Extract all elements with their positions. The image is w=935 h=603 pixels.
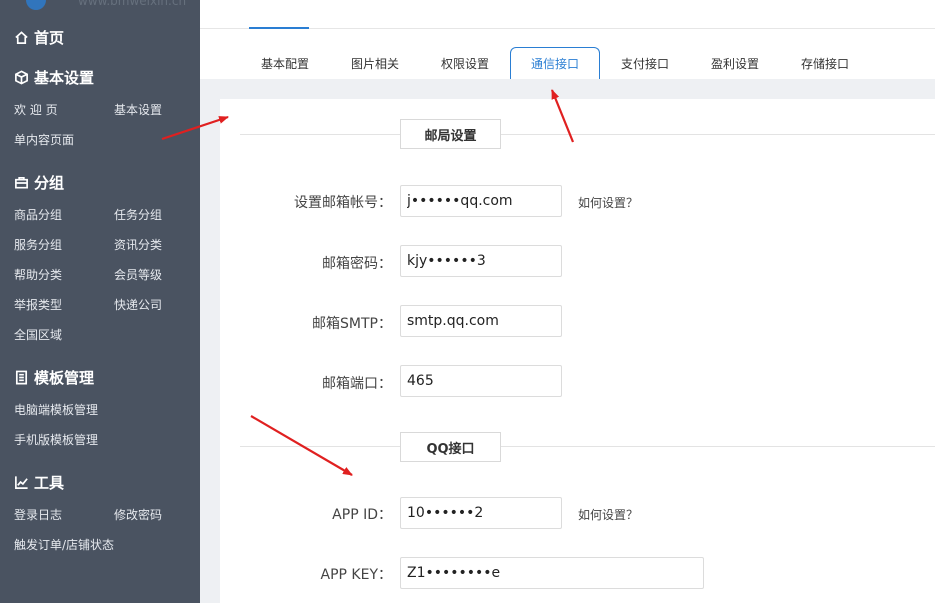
tab-payment[interactable]: 支付接口 [600,47,690,79]
qq-appkey-input[interactable] [400,557,704,589]
nav-member-level[interactable]: 会员等级 [114,266,162,283]
nav-news-category[interactable]: 资讯分类 [114,236,162,253]
qq-appid-input[interactable] [400,497,562,529]
nav-service-group[interactable]: 服务分组 [14,236,62,253]
section-group: 分组 [14,172,64,193]
section-template: 模板管理 [14,367,94,388]
tab-profit[interactable]: 盈利设置 [690,47,780,79]
brand-url: www.bmweixin.cn [78,0,187,8]
mail-help-link[interactable]: 如何设置？ [578,194,638,211]
content-left-band [200,99,220,603]
nav-mobile-template[interactable]: 手机版模板管理 [14,431,98,448]
section-basic-title: 基本设置 [34,69,95,87]
cube-icon [15,70,28,85]
mail-port-label: 邮箱端口： [322,376,392,392]
nav-task-group[interactable]: 任务分组 [114,206,162,223]
nav-home[interactable]: 首页 [14,27,64,48]
mail-smtp-label: 邮箱SMTP： [312,316,392,332]
section-basic-settings: 基本设置 [14,67,94,88]
top-accent-bar [249,27,309,29]
home-icon [15,31,28,44]
qq-section-divider [240,446,935,447]
chart-icon [15,476,28,489]
nav-courier[interactable]: 快递公司 [114,296,162,313]
mail-account-label: 设置邮箱帐号： [294,195,392,211]
sidebar: www.bmweixin.cn 首页 基本设置 欢 迎 页 基本设置 单内容页面… [0,0,200,603]
qq-appkey-label: APP KEY： [320,567,393,583]
mail-port-input[interactable] [400,365,562,397]
mail-account-input[interactable] [400,185,562,217]
settings-tabs: 基本配置 图片相关 权限设置 通信接口 支付接口 盈利设置 存储接口 [200,45,935,79]
tab-permissions[interactable]: 权限设置 [420,47,510,79]
briefcase-icon [15,176,28,189]
section-tools: 工具 [14,472,64,493]
mail-section-divider [240,134,935,135]
nav-login-log[interactable]: 登录日志 [14,506,62,523]
logo-icon [26,0,46,10]
tab-storage[interactable]: 存储接口 [780,47,870,79]
mail-section-title: 邮局设置 [400,119,501,149]
nav-report-type[interactable]: 举报类型 [14,296,62,313]
section-group-title: 分组 [34,174,65,192]
nav-product-group[interactable]: 商品分组 [14,206,62,223]
qq-help-link[interactable]: 如何设置？ [578,506,638,523]
section-tools-title: 工具 [34,474,65,492]
nav-welcome[interactable]: 欢 迎 页 [14,101,58,118]
nav-single-page[interactable]: 单内容页面 [14,131,74,148]
section-template-title: 模板管理 [34,369,95,387]
document-icon [15,370,28,385]
qq-section-title: QQ接口 [400,432,501,462]
nav-trigger-status[interactable]: 触发订单/店铺状态 [14,536,114,553]
qq-appid-label: APP ID： [332,507,392,523]
top-divider [200,28,935,29]
mail-smtp-input[interactable] [400,305,562,337]
nav-help-category[interactable]: 帮助分类 [14,266,62,283]
tab-communication[interactable]: 通信接口 [510,47,600,79]
nav-pc-template[interactable]: 电脑端模板管理 [14,401,98,418]
mail-password-label: 邮箱密码： [322,256,392,272]
nav-home-label: 首页 [34,29,65,47]
nav-change-password[interactable]: 修改密码 [114,506,162,523]
tab-image[interactable]: 图片相关 [330,47,420,79]
mail-password-input[interactable] [400,245,562,277]
content-top-band [200,79,935,99]
tab-basic-config[interactable]: 基本配置 [240,47,330,79]
nav-basic-settings[interactable]: 基本设置 [114,101,162,118]
nav-region[interactable]: 全国区域 [14,326,62,343]
